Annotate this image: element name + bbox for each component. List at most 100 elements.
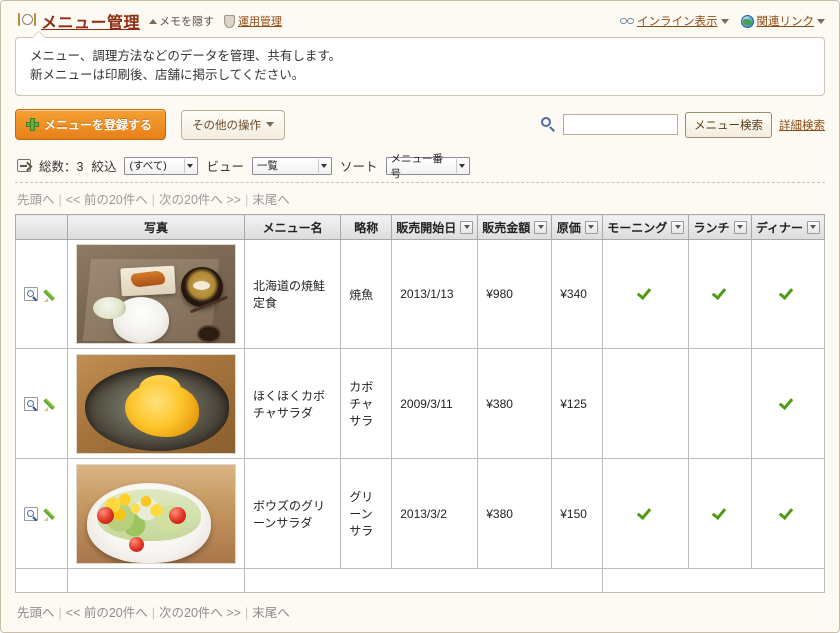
column-header-photo[interactable]: 写真 bbox=[67, 214, 245, 240]
filter-label: 絞込 bbox=[91, 160, 117, 174]
table-footer-row bbox=[15, 568, 825, 593]
column-header-lunch[interactable]: ランチ bbox=[688, 214, 752, 240]
column-header-cost[interactable]: 原価 bbox=[551, 214, 604, 240]
filter-bar: 総数：3 絞込 (すべて) ビュー 一覧 ソート メニュー番号 bbox=[15, 150, 825, 183]
pager-separator: | bbox=[151, 606, 155, 620]
chevron-down-icon bbox=[266, 122, 275, 127]
footer-cell bbox=[243, 568, 604, 593]
column-menu-icon[interactable] bbox=[733, 220, 747, 234]
column-header-name[interactable]: メニュー名 bbox=[243, 214, 342, 240]
related-links-menu[interactable]: 関連リンク bbox=[740, 13, 825, 29]
table-row[interactable]: ボウズのグリーンサラダ グリーンサラ 2013/3/2 ¥380 ¥150 bbox=[15, 458, 826, 569]
row-start-date: 2013/1/13 bbox=[391, 239, 479, 349]
table-row[interactable]: 北海道の焼鮭定食 焼魚 2013/1/13 ¥980 ¥340 bbox=[15, 239, 826, 349]
menu-table-head: 写真 メニュー名 略称 販売開始日 販売金額 原価 モーニング ランチ ディナー bbox=[15, 214, 826, 240]
view-select[interactable]: 一覧 bbox=[251, 156, 332, 175]
row-morning-flag bbox=[602, 348, 690, 459]
register-menu-label: メニューを登録する bbox=[44, 118, 153, 132]
row-price: ¥980 bbox=[477, 239, 553, 349]
pager-first-link[interactable]: 先頭へ bbox=[17, 606, 55, 620]
search-button[interactable]: メニュー検索 bbox=[685, 111, 772, 138]
preview-icon[interactable] bbox=[24, 287, 38, 301]
edit-pencil-icon[interactable] bbox=[43, 396, 59, 411]
check-icon bbox=[781, 396, 794, 409]
column-header-cost-label: 原価 bbox=[556, 220, 581, 235]
pager-prev-link[interactable]: << 前の20件へ bbox=[66, 606, 148, 620]
row-photo-cell[interactable] bbox=[67, 458, 245, 569]
pager-last-link[interactable]: 末尾へ bbox=[252, 193, 290, 207]
edit-pencil-icon[interactable] bbox=[43, 287, 59, 302]
other-actions-button[interactable]: その他の操作 bbox=[181, 109, 286, 140]
chevron-down-icon bbox=[184, 158, 195, 173]
row-menu-name: ほくほくカボチャサラダ bbox=[243, 348, 342, 459]
column-header-morning[interactable]: モーニング bbox=[602, 214, 690, 240]
menu-photo[interactable] bbox=[76, 353, 236, 454]
column-header-price[interactable]: 販売金額 bbox=[477, 214, 553, 240]
row-start-date: 2013/3/2 bbox=[391, 458, 479, 569]
filter-select[interactable]: (すべて) bbox=[124, 156, 199, 175]
globe-icon bbox=[740, 14, 754, 28]
filter-select-value: (すべて) bbox=[129, 160, 167, 172]
page-header: メニュー管理 メモを隠す 運用管理 インライン表示 関連リンク bbox=[1, 1, 839, 37]
pager-separator: | bbox=[244, 193, 249, 207]
row-short-name: カボチャサラ bbox=[340, 348, 393, 459]
search-input[interactable] bbox=[563, 114, 678, 135]
row-dinner-flag bbox=[750, 458, 826, 569]
column-menu-icon[interactable] bbox=[584, 220, 598, 234]
row-dinner-flag bbox=[750, 239, 826, 349]
pager-last-link[interactable]: 末尾へ bbox=[252, 606, 290, 620]
column-header-dinner[interactable]: ディナー bbox=[750, 214, 826, 240]
menu-photo[interactable] bbox=[76, 463, 236, 564]
preview-icon[interactable] bbox=[24, 396, 38, 411]
column-menu-icon[interactable] bbox=[534, 220, 548, 234]
footer-cell bbox=[602, 568, 825, 593]
table-row[interactable]: ほくほくカボチャサラダ カボチャサラ 2009/3/11 ¥380 ¥125 bbox=[15, 348, 826, 459]
inline-display-menu[interactable]: インライン表示 bbox=[620, 13, 729, 29]
chevron-down-icon bbox=[455, 158, 467, 173]
row-actions-cell bbox=[15, 348, 68, 459]
memo-panel: メニュー、調理方法などのデータを管理、共有します。 新メニューは印刷後、店舗に掲… bbox=[15, 31, 825, 96]
memo-line-1: メニュー、調理方法などのデータを管理、共有します。 bbox=[30, 49, 342, 63]
memo-section: メニュー、調理方法などのデータを管理、共有します。 新メニューは印刷後、店舗に掲… bbox=[1, 31, 839, 96]
pager-bottom: 先頭へ | << 前の20件へ | 次の20件へ >> | 末尾へ bbox=[15, 593, 825, 627]
sort-select[interactable]: メニュー番号 bbox=[385, 153, 470, 180]
row-photo-cell[interactable] bbox=[67, 239, 245, 349]
pager-next-link[interactable]: 次の20件へ >> bbox=[159, 606, 241, 620]
pager-top: 先頭へ | << 前の20件へ | 次の20件へ >> | 末尾へ bbox=[15, 183, 825, 214]
row-price: ¥380 bbox=[477, 348, 553, 459]
advanced-search-link[interactable]: 詳細検索 bbox=[779, 117, 825, 133]
check-icon bbox=[781, 286, 794, 299]
column-menu-icon[interactable] bbox=[460, 220, 474, 234]
row-short-name: 焼魚 bbox=[340, 239, 393, 349]
pager-next-link[interactable]: 次の20件へ >> bbox=[159, 193, 241, 207]
column-header-start-date-label: 販売開始日 bbox=[396, 220, 457, 235]
check-icon bbox=[781, 506, 794, 519]
register-menu-button[interactable]: メニューを登録する bbox=[15, 109, 167, 140]
memo-line-2: 新メニューは印刷後、店舗に掲示してください。 bbox=[30, 68, 305, 82]
check-icon bbox=[639, 506, 652, 519]
check-icon bbox=[714, 506, 727, 519]
pager-separator: | bbox=[58, 606, 62, 620]
check-icon bbox=[714, 286, 727, 299]
column-menu-icon[interactable] bbox=[806, 220, 820, 234]
preview-icon[interactable] bbox=[24, 506, 38, 521]
page-title[interactable]: メニュー管理 bbox=[41, 9, 140, 33]
menu-photo[interactable] bbox=[76, 244, 236, 344]
column-header-short-name[interactable]: 略称 bbox=[340, 214, 393, 240]
row-photo-cell[interactable] bbox=[67, 348, 245, 459]
toggle-memo-button[interactable]: メモを隠す bbox=[149, 13, 214, 29]
pager-separator: | bbox=[244, 606, 249, 620]
edit-pencil-icon[interactable] bbox=[43, 506, 59, 521]
column-header-lunch-label: ランチ bbox=[693, 220, 730, 235]
pager-first-link[interactable]: 先頭へ bbox=[17, 193, 55, 207]
admin-management-label: 運用管理 bbox=[238, 16, 283, 28]
row-price: ¥380 bbox=[477, 458, 553, 569]
column-header-start-date[interactable]: 販売開始日 bbox=[391, 214, 479, 240]
footer-cell bbox=[67, 568, 245, 593]
column-menu-icon[interactable] bbox=[671, 220, 685, 234]
other-actions-label: その他の操作 bbox=[192, 119, 262, 132]
pager-prev-link[interactable]: << 前の20件へ bbox=[66, 193, 148, 207]
view-select-value: 一覧 bbox=[256, 160, 278, 172]
admin-management-link[interactable]: 運用管理 bbox=[224, 13, 282, 29]
chain-link-icon bbox=[620, 17, 634, 25]
